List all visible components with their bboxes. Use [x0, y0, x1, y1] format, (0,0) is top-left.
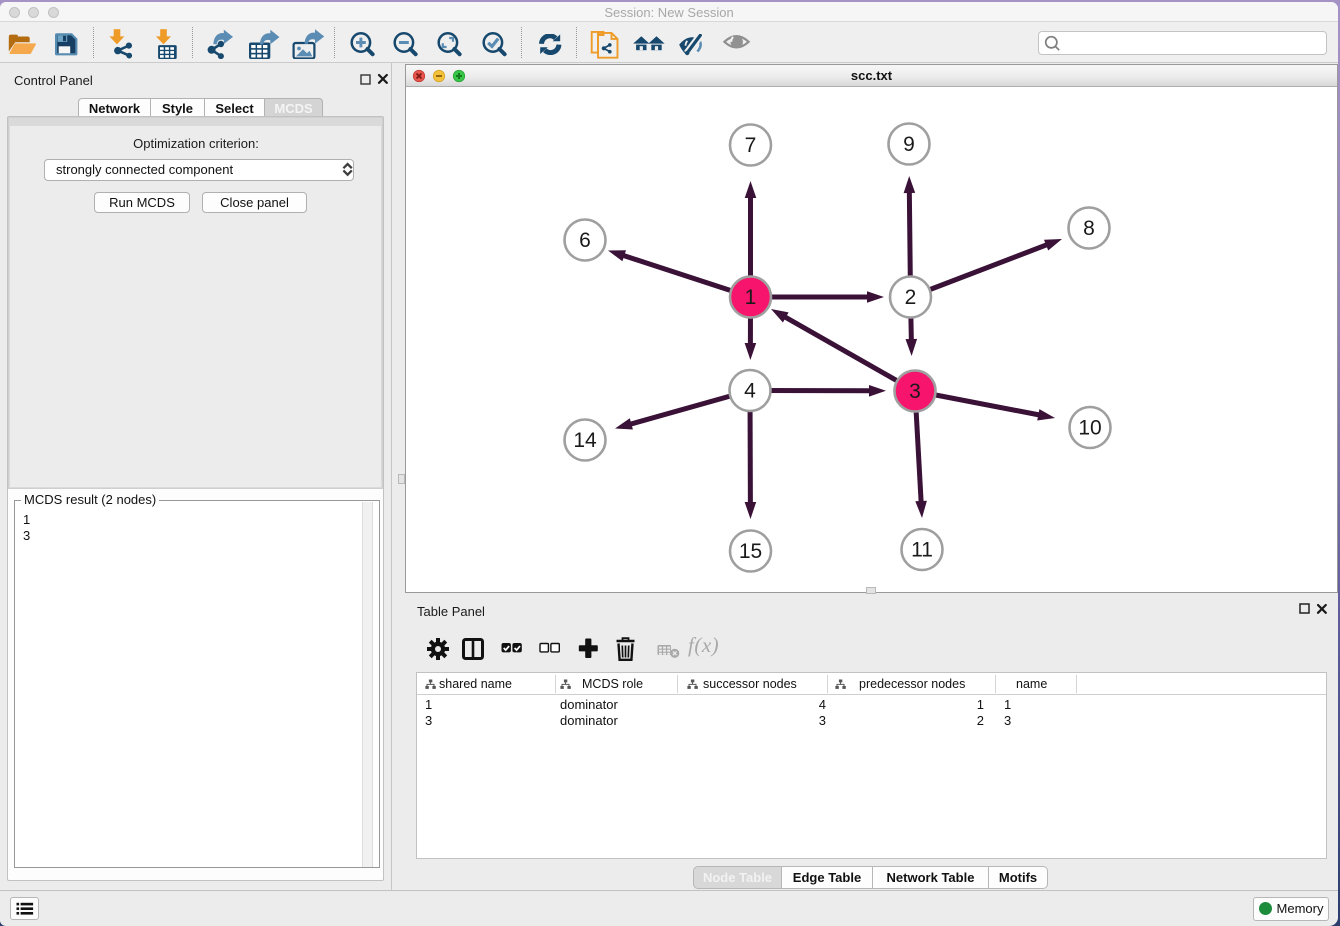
svg-text:11: 11 — [911, 539, 933, 562]
svg-text:7: 7 — [745, 134, 757, 157]
svg-text:3: 3 — [909, 380, 921, 403]
svg-text:4: 4 — [744, 380, 756, 403]
svg-text:2: 2 — [905, 286, 917, 309]
svg-text:8: 8 — [1083, 217, 1095, 240]
svg-text:9: 9 — [903, 133, 915, 156]
svg-text:15: 15 — [739, 540, 762, 563]
svg-text:1: 1 — [745, 286, 757, 309]
svg-text:10: 10 — [1078, 417, 1101, 440]
svg-text:14: 14 — [573, 429, 597, 452]
svg-text:6: 6 — [579, 229, 591, 252]
